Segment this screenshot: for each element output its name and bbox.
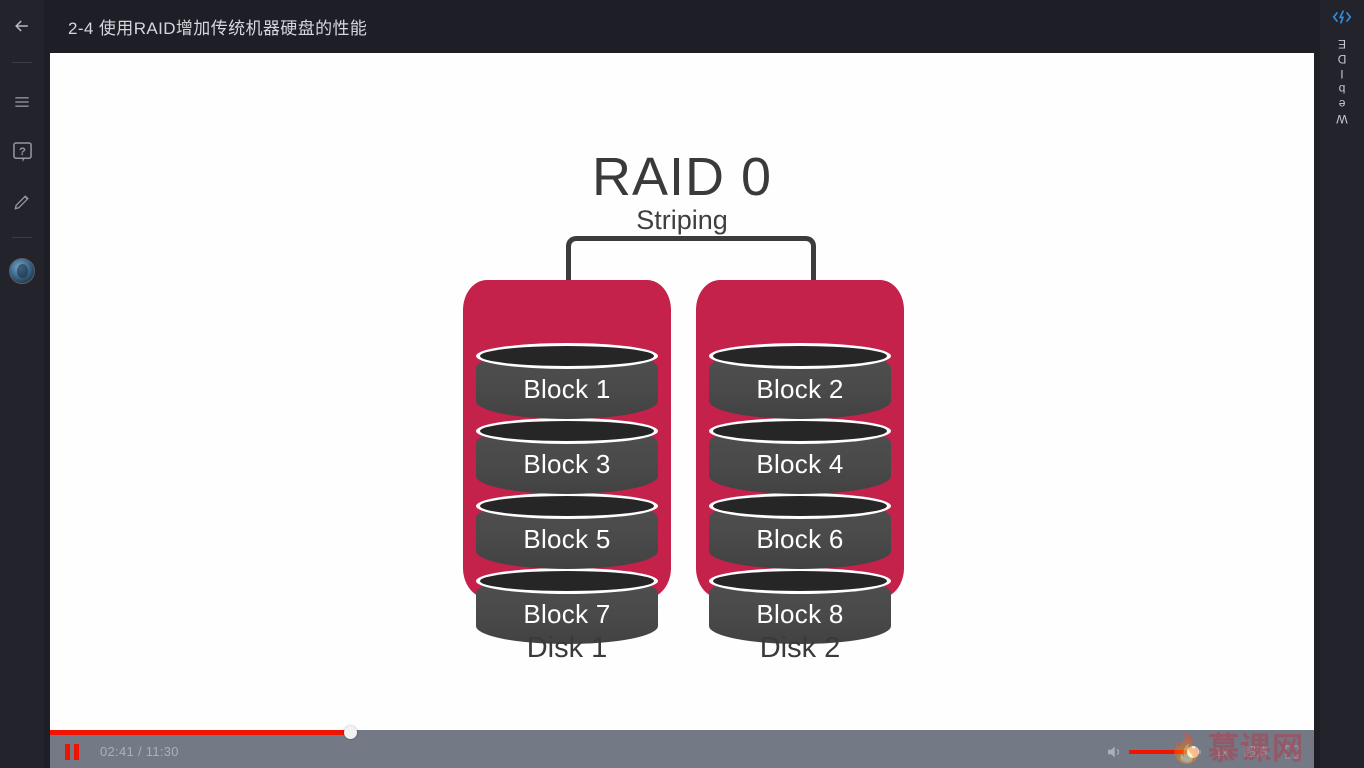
top-bar: 2-4 使用RAID增加传统机器硬盘的性能	[44, 0, 1320, 53]
block-label: Block 3	[523, 449, 611, 479]
block-label: Block 2	[756, 374, 844, 404]
disk-block: Block 4	[709, 418, 891, 494]
pause-icon	[65, 743, 79, 760]
progress-played	[50, 730, 350, 735]
progress-handle[interactable]	[343, 726, 357, 739]
pencil-icon	[14, 195, 29, 210]
volume-slider[interactable]	[1129, 745, 1202, 758]
disk-2: Block 8 Block 6 Block 4 Block 2 Disk 2	[696, 280, 904, 664]
time-display: 02:41 / 11:30	[100, 744, 179, 759]
block-label: Block 1	[523, 374, 611, 404]
slide-title: RAID 0	[591, 147, 773, 207]
volume-handle[interactable]	[1186, 745, 1199, 758]
webide-label: WebIDE	[1335, 36, 1349, 126]
disk-block: Block 1	[476, 343, 658, 419]
block-label: Block 8	[756, 599, 844, 629]
menu-icon	[15, 97, 29, 107]
playback-speed-button[interactable]: 1x	[1215, 745, 1228, 759]
disk-block: Block 5	[476, 493, 658, 569]
sidebar-item-menu[interactable]	[0, 77, 44, 127]
disk-1: Block 7 Block 5 Block 3 Block 1 Disk 1	[463, 280, 671, 664]
page-title: 2-4 使用RAID增加传统机器硬盘的性能	[68, 19, 368, 38]
block-label: Block 5	[523, 524, 611, 554]
code-lightning-icon	[1331, 6, 1353, 32]
slide-content: RAID 0 Striping Block 7 Block 5 Block 3	[50, 53, 1314, 733]
left-sidebar: ?	[0, 0, 44, 768]
avatar[interactable]	[9, 258, 35, 284]
disk-label: Disk 1	[526, 632, 608, 664]
video-stage[interactable]: RAID 0 Striping Block 7 Block 5 Block 3	[50, 53, 1314, 768]
webide-tab[interactable]: WebIDE	[1320, 0, 1364, 768]
disk-block: Block 3	[476, 418, 658, 494]
volume-on-icon	[1108, 746, 1120, 757]
pause-button[interactable]	[50, 735, 94, 768]
disk-blocks: Block 8 Block 6 Block 4 Block 2	[709, 286, 891, 644]
volume-button[interactable]	[1105, 743, 1123, 761]
arrow-left-icon	[15, 20, 28, 32]
block-label: Block 6	[756, 524, 844, 554]
disk-blocks: Block 7 Block 5 Block 3 Block 1	[476, 286, 658, 644]
disk-block: Block 2	[709, 343, 891, 419]
svg-text:?: ?	[19, 145, 26, 157]
back-button[interactable]	[0, 0, 44, 52]
sidebar-item-help[interactable]: ?	[0, 127, 44, 177]
block-label: Block 4	[756, 449, 844, 479]
sidebar-divider-top	[12, 62, 32, 63]
quality-button[interactable]: 超清	[1244, 743, 1268, 760]
player-controls: 02:41 / 11:30 1x 超清	[50, 735, 1314, 768]
disk-label: Disk 2	[759, 632, 841, 664]
slide-subtitle: Striping	[636, 205, 728, 235]
volume-fill	[1129, 749, 1193, 754]
disk-block: Block 6	[709, 493, 891, 569]
video-player-app: ? 2-4 使用RAID增加传统机器硬盘的性能 WebIDE RAID 0 St…	[0, 0, 1364, 768]
block-label: Block 7	[523, 599, 611, 629]
question-mark-icon: ?	[12, 141, 32, 162]
fullscreen-icon	[1285, 744, 1299, 759]
sidebar-item-note[interactable]	[0, 177, 44, 227]
progress-bar[interactable]	[50, 726, 1314, 739]
fullscreen-button[interactable]	[1284, 744, 1300, 760]
sidebar-divider-bottom	[12, 237, 32, 238]
